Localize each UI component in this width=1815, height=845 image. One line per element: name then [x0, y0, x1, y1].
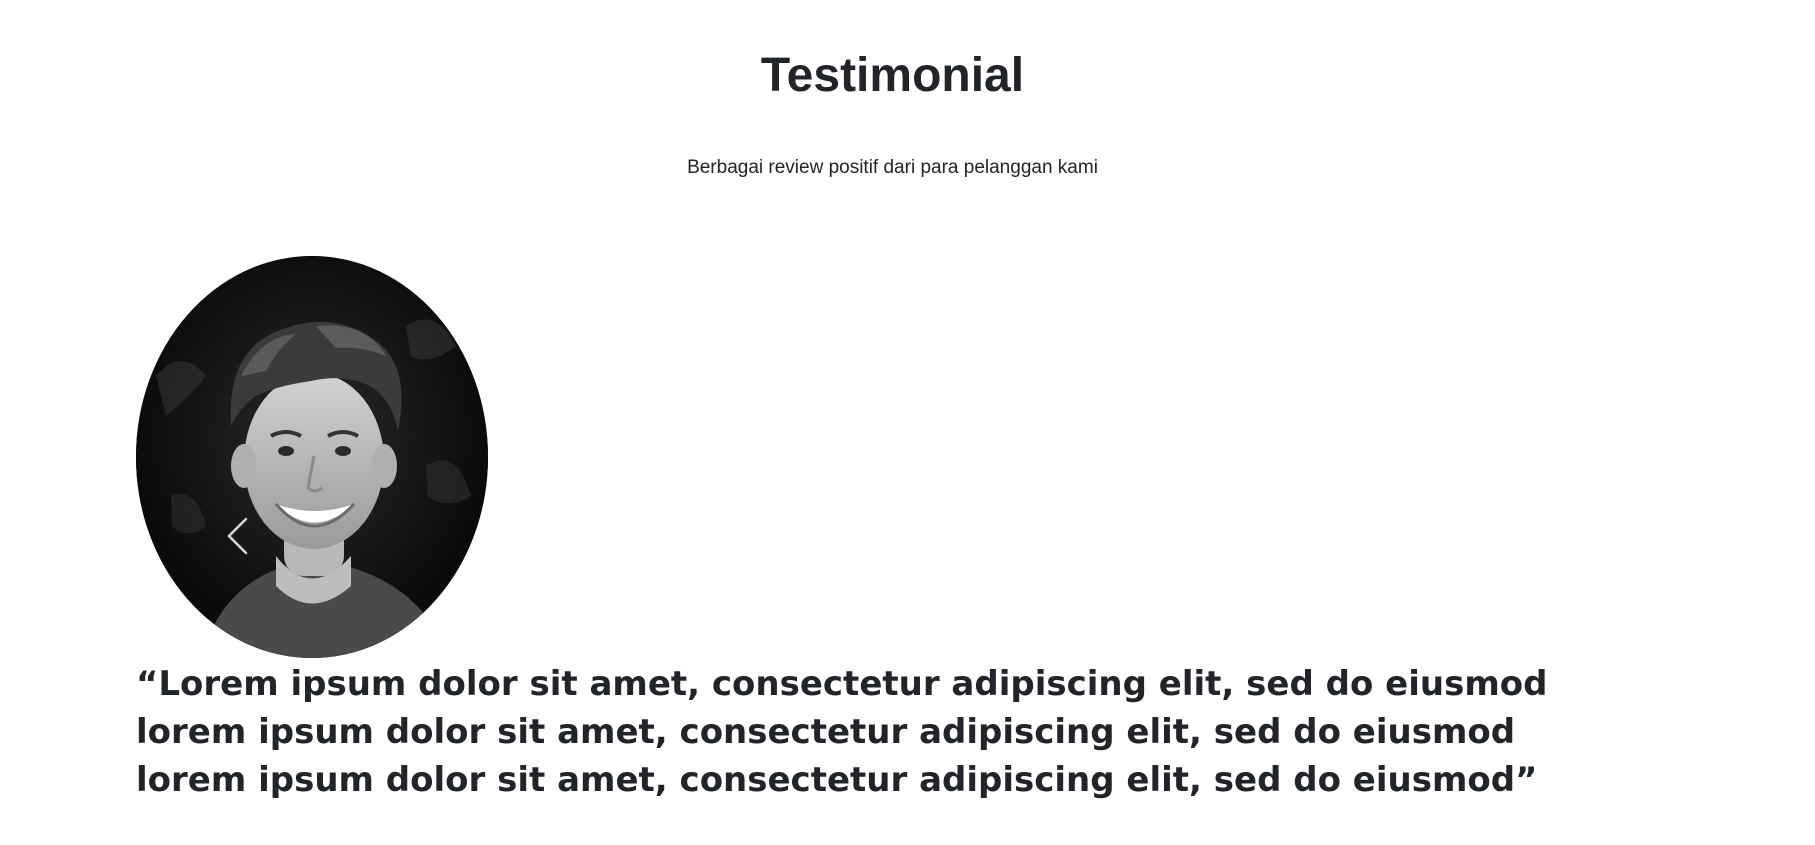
testimonial-carousel: “Lorem ipsum dolor sit amet, consectetur…	[0, 256, 1815, 816]
page-title: Testimonial	[760, 49, 1025, 102]
customer-photo	[136, 256, 488, 658]
page-subtitle: Berbagai review positif dari para pelang…	[687, 157, 1098, 178]
chevron-left-icon	[227, 517, 248, 555]
carousel-prev-button[interactable]	[212, 506, 262, 566]
customer-avatar	[136, 256, 488, 658]
testimonial-quote: “Lorem ipsum dolor sit amet, consectetur…	[136, 664, 1548, 800]
